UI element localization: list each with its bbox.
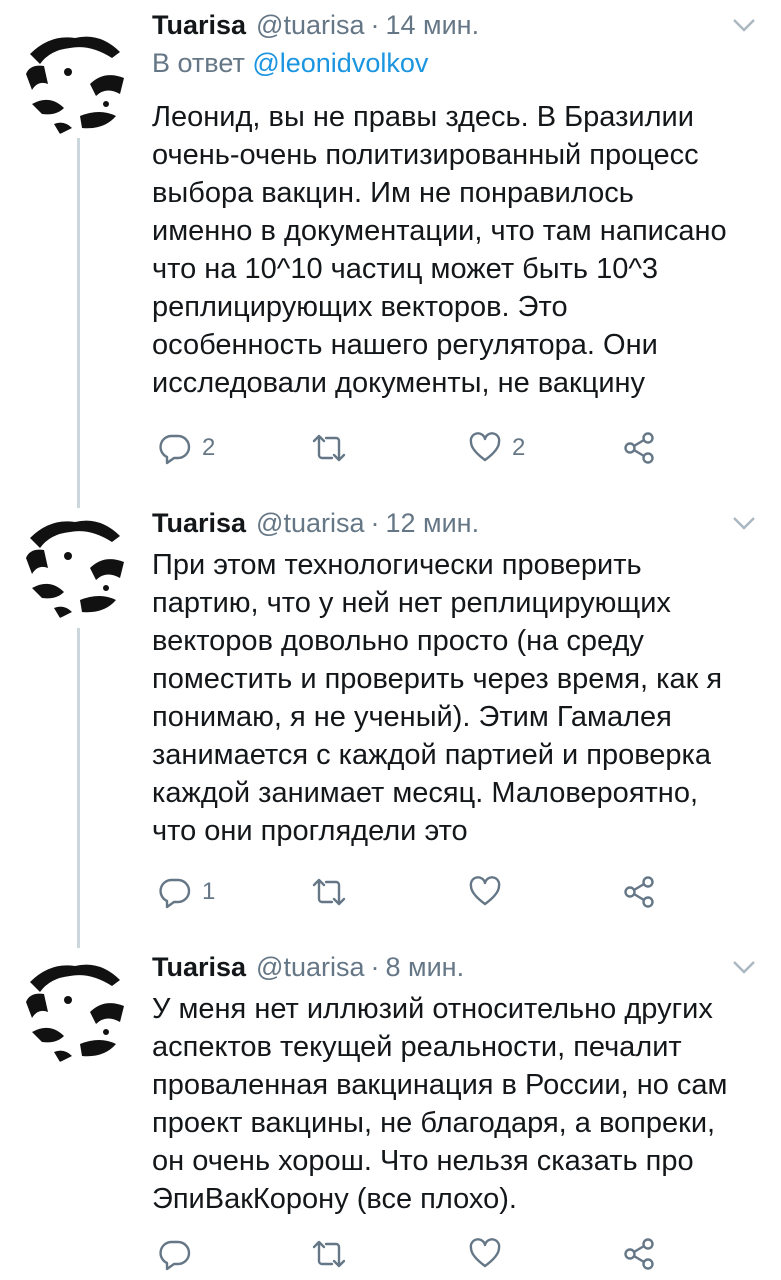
tweet-text-line: занимается с каждой партией и проверка (152, 739, 712, 771)
like-icon (469, 876, 501, 906)
timestamp[interactable]: 14 мин. (386, 10, 480, 41)
chevron-down-icon[interactable] (731, 958, 757, 976)
separator: · (370, 952, 380, 982)
tweet-header: Tuarisa @tuarisa · 14 мин. (152, 10, 479, 50)
reply-icon (159, 1240, 191, 1271)
tweet-text-line: именно в документации, что там написано (152, 215, 727, 247)
tweet-text-line: реплицирующих векторов. Это (152, 291, 568, 323)
retweet-icon (312, 434, 346, 462)
like-icon (469, 1238, 501, 1268)
reply-icon (159, 878, 191, 909)
reply-count: 2 (202, 434, 216, 461)
tweet-text-line: выбора вакцин. Им не понравилось (152, 177, 634, 209)
chevron-down-icon[interactable] (731, 514, 757, 532)
reply-mention-link[interactable]: @leonidvolkov (252, 48, 428, 78)
display-name[interactable]: Tuarisa (152, 508, 246, 539)
display-name[interactable]: Tuarisa (152, 952, 246, 983)
like-button[interactable] (468, 872, 512, 912)
retweet-icon (312, 1240, 346, 1268)
tweet-text-line: У меня нет иллюзий относительно других (152, 993, 713, 1025)
like-button[interactable] (468, 1234, 512, 1274)
tweet-text-line: векторов довольно просто (на среду (152, 625, 644, 657)
reply-count: 1 (202, 878, 216, 905)
timestamp[interactable]: 12 мин. (386, 508, 480, 539)
tweet-text-line: При этом технологически проверить (152, 549, 642, 581)
tweet-text-line: аспектов текущей реальности, печалит (152, 1031, 682, 1063)
tweet-text-line: поместить и проверить через время, как я (152, 663, 723, 695)
reply-button[interactable]: 1 (158, 872, 215, 912)
tweet[interactable]: Tuarisa @tuarisa · 14 мин. В ответ @leon… (0, 10, 781, 480)
tweet-text-line: проваленная вакцинация в России, но сам (152, 1069, 728, 1101)
tweet[interactable]: Tuarisa @tuarisa · 8 мин. У меня нет илл… (0, 952, 781, 1280)
share-button[interactable] (622, 1234, 656, 1274)
reply-button[interactable]: 2 (158, 428, 215, 468)
tweet-text-line: каждой занимает месяц. Маловероятно, (152, 777, 699, 809)
tweet-text-line: ЭпиВакКорону (все плохо). (152, 1183, 517, 1215)
share-icon (624, 1238, 654, 1270)
tweet-actions: 2 2 (152, 428, 672, 468)
tweet-text-line: понимаю, я не ученый). Этим Гамалея (152, 701, 672, 733)
retweet-button[interactable] (310, 872, 358, 912)
display-name[interactable]: Tuarisa (152, 10, 246, 41)
tweet-text-line: партию, что у ней нет реплицирующих (152, 587, 671, 619)
tweet-text: У меня нет иллюзий относительно других а… (152, 990, 762, 1218)
like-count: 2 (512, 434, 526, 461)
separator: · (370, 10, 380, 40)
tweet-actions: 1 (152, 872, 672, 912)
retweet-button[interactable] (310, 1234, 358, 1274)
like-button[interactable]: 2 (468, 428, 525, 468)
avatar[interactable] (20, 952, 132, 1064)
retweet-button[interactable] (310, 428, 358, 468)
timestamp[interactable]: 8 мин. (386, 952, 465, 983)
separator: · (370, 508, 380, 538)
tweet-actions (152, 1234, 672, 1274)
user-handle[interactable]: @tuarisa (256, 10, 364, 41)
reply-context: В ответ @leonidvolkov (152, 48, 428, 79)
tweet-text-line: особенность нашего регулятора. Они (152, 329, 658, 361)
user-handle[interactable]: @tuarisa (256, 952, 364, 983)
avatar[interactable] (20, 508, 132, 620)
avatar[interactable] (20, 24, 132, 136)
tweet-text-line: исследовали документы, не вакцину (152, 367, 646, 399)
share-icon (624, 876, 654, 908)
chevron-down-icon[interactable] (731, 16, 757, 34)
reply-icon (159, 434, 191, 465)
reply-button[interactable] (158, 1234, 202, 1274)
tweet-text-line: проект вакцины, не благодаря, а вопреки, (152, 1107, 716, 1139)
tweet-text-line: что они проглядели это (152, 815, 468, 847)
like-icon (469, 432, 501, 462)
tweet-text: Леонид, вы не правы здесь. В Бразилии оч… (152, 98, 762, 402)
tweet-header: Tuarisa @tuarisa · 8 мин. (152, 952, 464, 992)
share-button[interactable] (622, 428, 656, 468)
share-icon (624, 432, 654, 464)
user-handle[interactable]: @tuarisa (256, 508, 364, 539)
tweet-text-line: очень-очень политизированный процесс (152, 139, 699, 171)
retweet-icon (312, 878, 346, 906)
share-button[interactable] (622, 872, 656, 912)
tweet-text-line: что на 10^10 частиц может быть 10^3 (152, 253, 659, 285)
reply-prefix: В ответ (152, 48, 245, 78)
tweet-header: Tuarisa @tuarisa · 12 мин. (152, 508, 479, 548)
tweet-text-line: Леонид, вы не правы здесь. В Бразилии (152, 101, 694, 133)
tweet-text: При этом технологически проверить партию… (152, 546, 762, 850)
tweet[interactable]: Tuarisa @tuarisa · 12 мин. При этом техн… (0, 508, 781, 928)
tweet-text-line: он очень хорош. Что нельзя сказать про (152, 1145, 694, 1177)
